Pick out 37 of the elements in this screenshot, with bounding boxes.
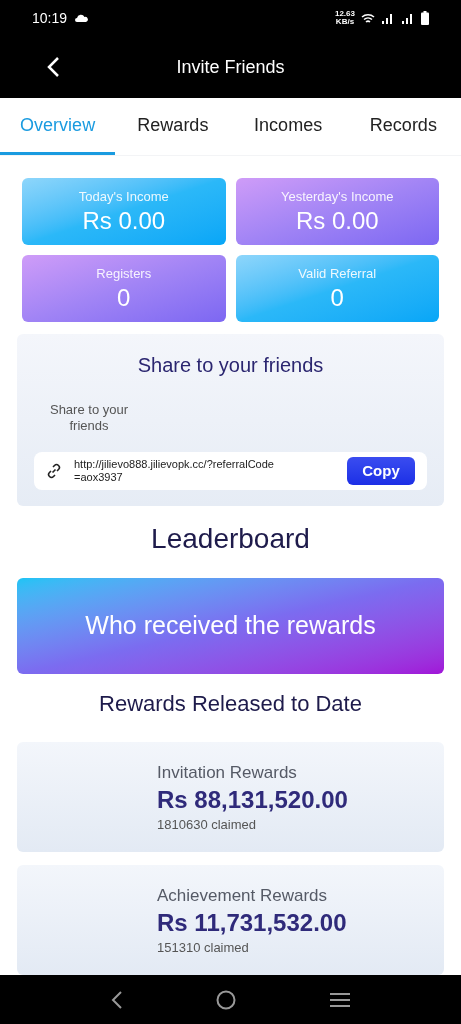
stat-label: Today's Income xyxy=(78,187,169,206)
page-title: Invite Friends xyxy=(176,55,285,79)
reward-title: Invitation Rewards xyxy=(157,761,298,784)
leaderboard-title: Leaderboard xyxy=(150,522,311,556)
wifi-icon xyxy=(361,12,375,24)
stat-label: Yesterday's Income xyxy=(280,187,394,206)
tab[interactable]: Rewards xyxy=(115,98,231,155)
back-icon xyxy=(46,56,60,78)
stat-label: Registers xyxy=(96,264,152,283)
network-speed: 12.63 xyxy=(334,10,355,18)
stat-value: Rs 0.00 xyxy=(82,206,166,237)
banner-text: Who received the rewards xyxy=(85,610,376,642)
tab[interactable]: Incomes xyxy=(230,98,346,155)
stat-value: 0 xyxy=(330,283,344,314)
claimed-count: 151310 claimed xyxy=(157,939,250,957)
speed-unit: KB/s xyxy=(335,18,355,26)
share-caption: Share to your friends xyxy=(48,402,129,434)
back-nav-icon[interactable] xyxy=(110,990,123,1009)
reward-title: Achievement Rewards xyxy=(157,884,329,907)
home-nav-icon[interactable] xyxy=(215,989,236,1010)
copy-button[interactable]: Copy xyxy=(347,457,415,485)
clock-time: 10:19 xyxy=(32,8,68,28)
reward-amount: Rs 88,131,520.00 xyxy=(157,785,349,815)
stat-value: 0 xyxy=(117,283,131,314)
claimed-count: 1810630 claimed xyxy=(157,816,258,834)
share-title: Share to your friends xyxy=(136,353,325,378)
rewards-subtitle: Rewards Released to Date xyxy=(98,690,363,718)
stat-value: Rs 0.00 xyxy=(295,206,379,237)
menu-icon[interactable] xyxy=(328,991,351,1008)
link-icon xyxy=(46,463,62,479)
signal-icon xyxy=(381,12,395,24)
tab[interactable]: Records xyxy=(345,98,461,155)
signal-icon xyxy=(401,12,415,24)
cloud-icon xyxy=(75,14,89,22)
reward-amount: Rs 11,731,532.00 xyxy=(157,908,348,938)
stat-label: Valid Referral xyxy=(298,264,377,283)
battery-icon xyxy=(421,11,429,25)
